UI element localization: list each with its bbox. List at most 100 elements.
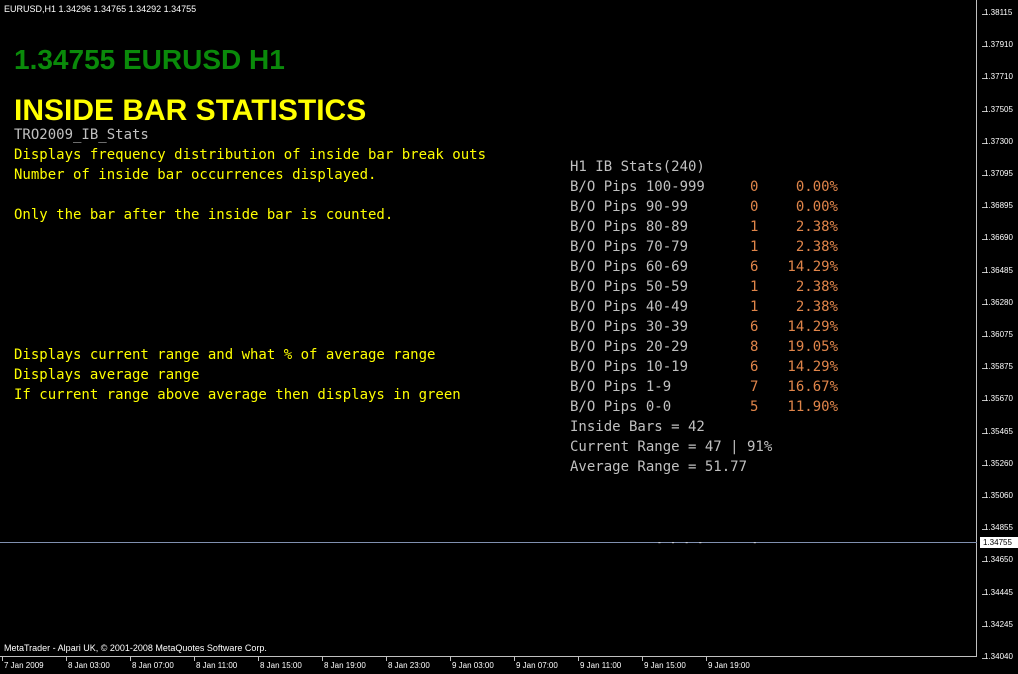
- stats-heading: H1 IB Stats(240): [570, 159, 705, 175]
- stats-row-label: B/O Pips 10-19: [570, 359, 689, 375]
- price-tick: 1.35465: [982, 426, 1013, 436]
- stats-row-label: B/O Pips 60-69: [570, 259, 689, 275]
- stats-row-percent: 14.29%: [787, 319, 838, 335]
- chart-area[interactable]: EURUSD,H1 1.34296 1.34765 1.34292 1.3475…: [0, 0, 977, 657]
- stats-row-percent: 14.29%: [787, 259, 838, 275]
- stats-row-count: 6: [750, 359, 759, 375]
- stats-row-percent: 2.38%: [795, 239, 838, 255]
- symbol-header: EURUSD,H1 1.34296 1.34765 1.34292 1.3475…: [4, 4, 197, 14]
- stats-row: B/O Pips 80-89 1 2.38%: [570, 217, 838, 237]
- description-line: Number of inside bar occurrences display…: [14, 167, 377, 183]
- time-tick: 8 Jan 19:00: [322, 657, 366, 670]
- price-tick: 1.37910: [982, 40, 1013, 50]
- price-tick: 1.37505: [982, 104, 1013, 114]
- price-title: 1.34755 EURUSD H1: [14, 44, 285, 75]
- stats-row-label: B/O Pips 100-999: [570, 179, 705, 195]
- stats-row: B/O Pips 70-79 1 2.38%: [570, 237, 838, 257]
- stats-row-label: B/O Pips 70-79: [570, 239, 689, 255]
- description-line: Displays current range and what % of ave…: [14, 347, 436, 363]
- stats-row-count: 0: [750, 199, 759, 215]
- stats-row-label: B/O Pips 1-9: [570, 379, 672, 395]
- price-tick: 1.37710: [982, 72, 1013, 82]
- stats-row: B/O Pips 60-69 6 14.29%: [570, 257, 838, 277]
- time-tick: 9 Jan 15:00: [642, 657, 686, 670]
- current-range: Current Range = 47 | 91%: [570, 439, 773, 455]
- price-tick: 1.37300: [982, 136, 1013, 146]
- time-tick: 8 Jan 03:00: [66, 657, 110, 670]
- stats-row-count: 6: [750, 259, 759, 275]
- price-tick: 1.34040: [982, 652, 1013, 661]
- stats-row-label: B/O Pips 40-49: [570, 299, 689, 315]
- stats-row-percent: 0.00%: [795, 179, 838, 195]
- description-line: Displays frequency distribution of insid…: [14, 147, 487, 163]
- price-tick: 1.36485: [982, 265, 1013, 275]
- stats-row-count: 6: [750, 319, 759, 335]
- stats-row-percent: 11.90%: [787, 399, 838, 415]
- stats-row-count: 1: [750, 299, 759, 315]
- stats-title: INSIDE BAR STATISTICS: [14, 94, 367, 127]
- ib-stats-panel: H1 IB Stats(240) B/O Pips 100-999 0 0.00% B…: [570, 157, 838, 477]
- stats-row-percent: 2.38%: [795, 219, 838, 235]
- time-tick: 8 Jan 07:00: [130, 657, 174, 670]
- stats-row: B/O Pips 40-49 1 2.38%: [570, 297, 838, 317]
- description-line: [14, 185, 486, 205]
- stats-row-percent: 19.05%: [787, 339, 838, 355]
- time-tick: 7 Jan 2009: [2, 657, 44, 670]
- price-tick: 1.36280: [982, 297, 1013, 307]
- time-tick: 8 Jan 23:00: [386, 657, 430, 670]
- indicator-name: TRO2009_IB_Stats: [14, 127, 149, 143]
- price-tick: 1.36075: [982, 330, 1013, 339]
- time-tick: 9 Jan 11:00: [577, 657, 622, 670]
- stats-row-count: 1: [750, 219, 759, 235]
- price-tick: 1.34245: [982, 619, 1013, 629]
- current-price-line: [0, 542, 977, 543]
- stats-row: B/O Pips 100-999 0 0.00%: [570, 177, 838, 197]
- price-axis[interactable]: 1.38115 1.37910 1.37710 1.37505 1.37300 1.370…: [978, 0, 1018, 674]
- stats-row: B/O Pips 1-9 7 16.67%: [570, 377, 838, 397]
- price-tick: 1.34650: [982, 555, 1013, 565]
- stats-row: B/O Pips 50-59 1 2.38%: [570, 277, 838, 297]
- bar-marks: - - - - -: [657, 538, 760, 547]
- price-tick: 1.34855: [982, 523, 1013, 533]
- description-line: If current range above average then disp…: [14, 387, 461, 403]
- time-tick: 9 Jan 07:00: [514, 657, 558, 670]
- stats-row-count: 8: [750, 339, 759, 355]
- stats-row-label: B/O Pips 20-29: [570, 339, 689, 355]
- time-tick: 8 Jan 11:00: [193, 657, 238, 670]
- stats-row: B/O Pips 20-29 8 19.05%: [570, 337, 838, 357]
- stats-row-count: 7: [750, 379, 759, 395]
- stats-row-label: B/O Pips 50-59: [570, 279, 689, 295]
- average-range: Average Range = 51.77: [570, 459, 748, 475]
- price-tick: 1.35670: [982, 394, 1013, 404]
- inside-bars-count: Inside Bars = 42: [570, 419, 705, 435]
- stats-row: B/O Pips 30-39 6 14.29%: [570, 317, 838, 337]
- price-tick: 1.35260: [982, 458, 1013, 468]
- stats-row-percent: 2.38%: [795, 279, 838, 295]
- stats-row-percent: 0.00%: [795, 199, 838, 215]
- stats-row-label: B/O Pips 30-39: [570, 319, 689, 335]
- indicator-description: TRO2009_IB_Stats Displays frequency dist…: [14, 125, 486, 405]
- stats-row-percent: 2.38%: [795, 299, 838, 315]
- description-line: Displays average range: [14, 367, 200, 383]
- stats-row-percent: 14.29%: [787, 359, 838, 375]
- time-tick: 9 Jan 19:00: [706, 657, 750, 670]
- price-tick: 1.36690: [982, 233, 1013, 243]
- price-tick: 1.38115: [981, 8, 1013, 17]
- stats-row-label: B/O Pips 90-99: [570, 199, 689, 215]
- stats-row-count: 1: [750, 279, 759, 295]
- price-tick: 1.34445: [982, 587, 1013, 597]
- price-tick: 1.35060: [982, 491, 1013, 500]
- time-axis[interactable]: 7 Jan 2009 8 Jan 03:00 8 Jan 07:00 8 Jan 11…: [0, 657, 977, 674]
- price-tick: 1.36895: [982, 201, 1013, 211]
- stats-row-count: 1: [750, 239, 759, 255]
- stats-row-percent: 16.67%: [787, 379, 838, 395]
- stats-row-label: B/O Pips 80-89: [570, 219, 689, 235]
- stats-row: B/O Pips 0-0 5 11.90%: [570, 397, 838, 417]
- stats-row: B/O Pips 90-99 0 0.00%: [570, 197, 838, 217]
- stats-row-count: 5: [750, 399, 759, 415]
- copyright-text: MetaTrader - Alpari UK, © 2001-2008 Meta…: [4, 643, 267, 653]
- time-tick: 8 Jan 15:00: [258, 657, 302, 670]
- price-tick: 1.37095: [982, 169, 1013, 178]
- stats-row: B/O Pips 10-19 6 14.29%: [570, 357, 838, 377]
- stats-row-count: 0: [750, 179, 759, 195]
